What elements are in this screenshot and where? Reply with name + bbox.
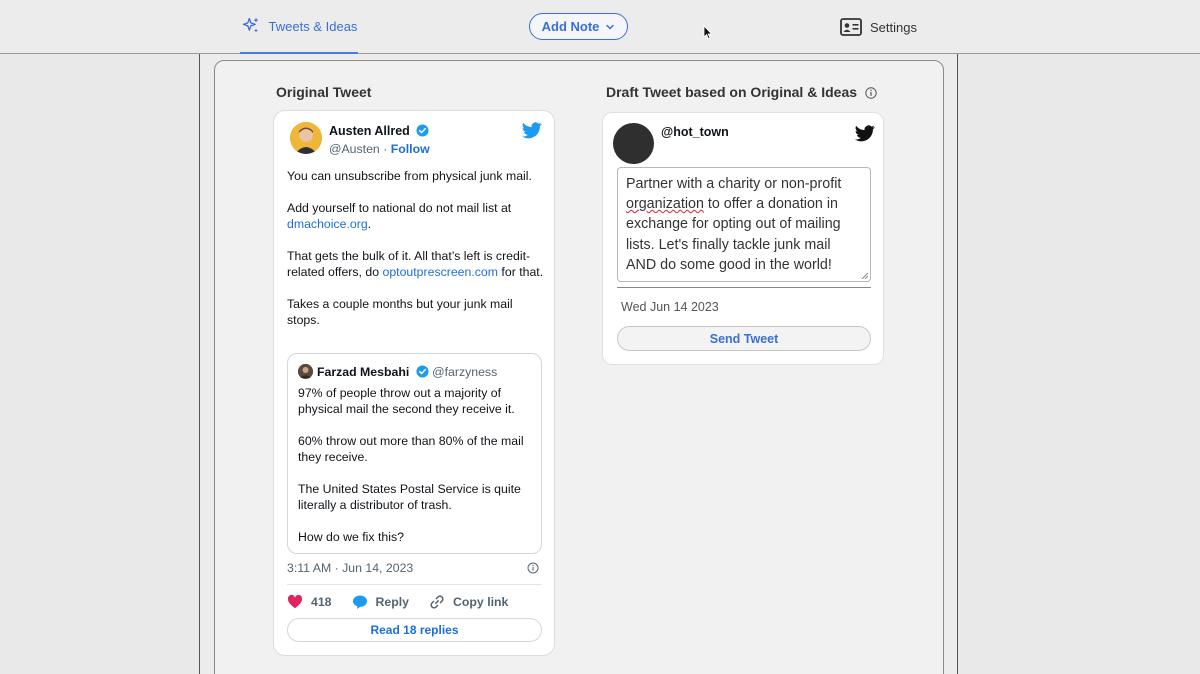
top-nav: Tweets & Ideas Add Note Settings	[0, 0, 1200, 54]
copy-link-label: Copy link	[453, 595, 509, 609]
id-card-icon	[840, 18, 862, 36]
tab-tweets-ideas-label: Tweets & Ideas	[268, 18, 358, 34]
verified-badge-icon	[416, 365, 429, 378]
reply-button[interactable]: Reply	[352, 594, 410, 610]
info-icon[interactable]	[865, 87, 877, 99]
quote-paragraph: The United States Postal Service is quit…	[298, 482, 521, 512]
avatar	[298, 364, 313, 379]
like-count: 418	[311, 595, 332, 609]
quote-author-handle: @farzyness	[432, 365, 498, 379]
draft-tweet-title: Draft Tweet based on Original & Ideas	[606, 84, 858, 100]
copy-link-button[interactable]: Copy link	[429, 594, 508, 610]
resize-handle-icon[interactable]	[861, 272, 868, 279]
sparkles-icon	[242, 17, 259, 33]
handle-separator: ·	[383, 142, 388, 156]
twitter-bird-icon[interactable]	[522, 122, 542, 139]
verified-badge-icon	[416, 124, 429, 137]
draft-tweet-textarea[interactable]: Partner with a charity or non-profit org…	[617, 167, 871, 282]
draft-text-segment: Partner with a charity or non-profit	[626, 176, 842, 192]
speech-bubble-icon	[352, 595, 367, 609]
avatar	[613, 123, 654, 164]
avatar-portrait	[298, 364, 313, 379]
quote-author-row: Farzad Mesbahi @farzyness	[317, 365, 497, 379]
link-icon	[430, 595, 444, 609]
twitter-bird-icon	[855, 125, 875, 142]
like-button[interactable]: 418	[287, 594, 332, 610]
original-tweet-card: Austen Allred @Austen · Follow You can u…	[273, 110, 555, 656]
quote-paragraph: 97% of people throw out a majority of ph…	[298, 386, 515, 416]
reply-label: Reply	[375, 595, 410, 609]
tweet-paragraph: You can unsubscribe from physical junk m…	[287, 169, 532, 183]
author-handle-line: @Austen · Follow	[329, 142, 430, 156]
mouse-pointer-icon	[703, 25, 713, 40]
quote-paragraph: How do we fix this?	[298, 530, 404, 544]
divider	[287, 584, 542, 585]
author-name: Austen Allred	[329, 124, 410, 138]
tab-tweets-ideas[interactable]: Tweets & Ideas	[240, 0, 358, 54]
draft-handle: @hot_town	[661, 125, 729, 139]
optoutprescreen-link[interactable]: optoutprescreen.com	[382, 265, 498, 279]
tweet-timestamp[interactable]: 3:11 AM · Jun 14, 2023	[287, 561, 413, 575]
tweet-text-segment: .	[367, 217, 372, 231]
tweet-paragraph: That gets the bulk of it. All that’s lef…	[287, 248, 545, 280]
original-tweet-title: Original Tweet	[276, 84, 372, 100]
info-icon[interactable]	[527, 562, 539, 574]
avatar[interactable]	[290, 122, 322, 154]
tweet-actions: 418 Reply Copy link	[287, 593, 542, 611]
quote-paragraph: 60% throw out more than 80% of the mail …	[298, 434, 524, 464]
avatar-portrait	[290, 122, 322, 154]
tweet-text-segment: Add yourself to national do not mail lis…	[287, 201, 512, 215]
author-handle[interactable]: @Austen	[329, 142, 380, 156]
tweet-text-segment: for that.	[498, 265, 544, 279]
tweet-text: You can unsubscribe from physical junk m…	[287, 168, 545, 344]
add-note-label: Add Note	[541, 19, 600, 34]
read-replies-button[interactable]: Read 18 replies	[287, 618, 542, 642]
divider	[617, 287, 871, 288]
tab-settings[interactable]: Settings	[840, 14, 917, 40]
send-tweet-button[interactable]: Send Tweet	[617, 326, 871, 351]
quote-author-name: Farzad Mesbahi	[317, 365, 410, 379]
misspelled-word: organization	[626, 196, 704, 213]
tweet-paragraph: Add yourself to national do not mail lis…	[287, 200, 545, 232]
settings-label: Settings	[870, 19, 917, 35]
quoted-tweet[interactable]: Farzad Mesbahi @farzyness 97% of people …	[287, 353, 542, 554]
heart-icon	[287, 594, 303, 609]
chevron-down-icon	[606, 24, 615, 30]
draft-tweet-card: @hot_town Partner with a charity or non-…	[602, 112, 884, 365]
draft-tweet-heading: Draft Tweet based on Original & Ideas	[606, 84, 877, 100]
quote-text: 97% of people throw out a majority of ph…	[298, 385, 538, 545]
author-name-row[interactable]: Austen Allred	[329, 124, 429, 138]
add-note-dropdown[interactable]: Add Note	[529, 13, 628, 40]
follow-link[interactable]: Follow	[391, 142, 430, 156]
dmachoice-link[interactable]: dmachoice.org	[287, 217, 368, 231]
draft-date: Wed Jun 14 2023	[621, 300, 719, 314]
tweet-paragraph: Takes a couple months but your junk mail…	[287, 297, 513, 327]
